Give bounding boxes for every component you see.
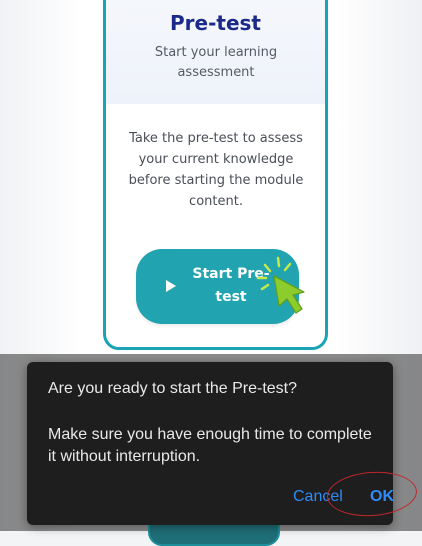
card-header: Pre-test Start your learning assessment: [106, 0, 325, 104]
click-ray-top: [276, 256, 281, 268]
click-ray-upper-right: [283, 262, 292, 272]
card-subtitle: Start your learning assessment: [154, 45, 278, 80]
dialog-message: Make sure you have enough time to comple…: [48, 426, 372, 465]
play-icon: [166, 280, 176, 292]
confirm-dialog: Are you ready to start the Pre-test? Mak…: [27, 362, 394, 525]
ok-button[interactable]: OK: [370, 488, 394, 510]
card-description: Take the pre-test to assess your current…: [128, 131, 304, 209]
dialog-title: Are you ready to start the Pre-test?: [48, 380, 298, 397]
cursor-arrow: [273, 275, 305, 314]
card-title: Pre-test: [170, 11, 261, 35]
click-ray-upper-left: [263, 263, 272, 273]
click-ray-lower-left: [260, 283, 270, 291]
cancel-button[interactable]: Cancel: [293, 488, 343, 510]
hand-pointer-click-icon: [256, 256, 305, 314]
